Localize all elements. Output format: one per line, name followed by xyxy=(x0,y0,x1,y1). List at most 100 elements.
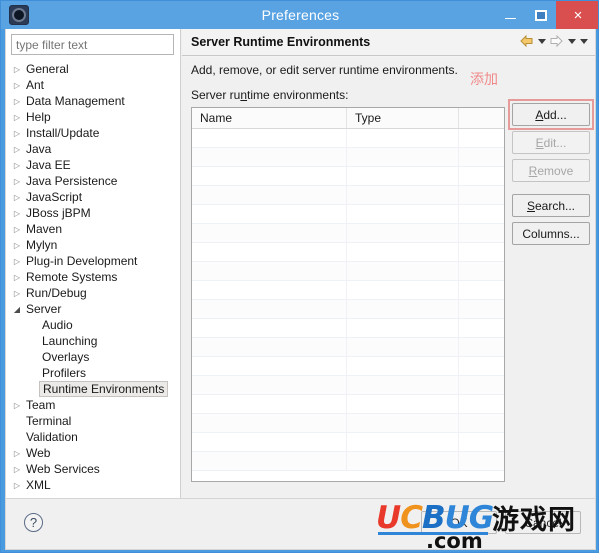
table-cell xyxy=(459,338,504,357)
table-row[interactable] xyxy=(192,452,504,471)
table-row[interactable] xyxy=(192,338,504,357)
tree-item-team[interactable]: ▷ Team xyxy=(6,397,180,413)
tree-item-audio[interactable]: Audio xyxy=(6,317,180,333)
tree-item-validation[interactable]: Validation xyxy=(6,429,180,445)
chevron-right-icon[interactable]: ▷ xyxy=(10,241,24,250)
table-cell xyxy=(459,433,504,452)
tree-item-terminal[interactable]: Terminal xyxy=(6,413,180,429)
tree-item-install-update[interactable]: ▷ Install/Update xyxy=(6,125,180,141)
ok-button[interactable]: OK xyxy=(421,511,497,534)
chevron-down-icon[interactable]: ◢ xyxy=(10,305,24,314)
chevron-right-icon[interactable]: ▷ xyxy=(10,113,24,122)
column-header-extra[interactable] xyxy=(459,108,504,128)
table-cell xyxy=(192,452,347,471)
table-cell xyxy=(192,319,347,338)
preference-tree[interactable]: ▷ General ▷ Ant ▷ Data Management ▷ Help ▷ Instal… xyxy=(6,59,180,497)
table-row[interactable] xyxy=(192,205,504,224)
chevron-right-icon[interactable]: ▷ xyxy=(10,65,24,74)
chevron-right-icon[interactable]: ▷ xyxy=(10,209,24,218)
table-row[interactable] xyxy=(192,395,504,414)
close-button[interactable]: × xyxy=(556,1,598,29)
chevron-right-icon[interactable]: ▷ xyxy=(10,273,24,282)
chevron-right-icon[interactable]: ▷ xyxy=(10,257,24,266)
chevron-right-icon[interactable]: ▷ xyxy=(10,145,24,154)
tree-item-web[interactable]: ▷ Web xyxy=(6,445,180,461)
table-row[interactable] xyxy=(192,129,504,148)
table-row[interactable] xyxy=(192,376,504,395)
chevron-right-icon[interactable]: ▷ xyxy=(10,289,24,298)
forward-arrow-icon[interactable] xyxy=(549,34,564,48)
table-row[interactable] xyxy=(192,148,504,167)
back-dropdown-icon[interactable] xyxy=(537,34,546,48)
tree-item-help[interactable]: ▷ Help xyxy=(6,109,180,125)
view-menu-icon[interactable] xyxy=(579,34,588,48)
forward-dropdown-icon[interactable] xyxy=(567,34,576,48)
tree-item-xml[interactable]: ▷ XML xyxy=(6,477,180,493)
edit-button[interactable]: Edit... xyxy=(512,131,590,154)
search-button[interactable]: Search... xyxy=(512,194,590,217)
table-header-row: Name Type xyxy=(192,108,504,129)
table-cell xyxy=(192,148,347,167)
tree-item-mylyn[interactable]: ▷ Mylyn xyxy=(6,237,180,253)
table-row[interactable] xyxy=(192,281,504,300)
column-header-name[interactable]: Name xyxy=(192,108,347,128)
chevron-right-icon[interactable]: ▷ xyxy=(10,401,24,410)
remove-button[interactable]: Remove xyxy=(512,159,590,182)
table-row[interactable] xyxy=(192,357,504,376)
back-arrow-icon[interactable] xyxy=(519,34,534,48)
cancel-button[interactable]: Cancel xyxy=(505,511,581,534)
add-button[interactable]: Add... xyxy=(512,103,590,126)
page-description: Add, remove, or edit server runtime envi… xyxy=(191,63,458,77)
tree-item-run-debug[interactable]: ▷ Run/Debug xyxy=(6,285,180,301)
tree-item-ant[interactable]: ▷ Ant xyxy=(6,77,180,93)
tree-item-java-persistence[interactable]: ▷ Java Persistence xyxy=(6,173,180,189)
tree-item-runtime-environments[interactable]: Runtime Environments xyxy=(6,381,180,397)
list-label: Server runtime environments: xyxy=(191,88,349,102)
tree-item-java[interactable]: ▷ Java xyxy=(6,141,180,157)
table-row[interactable] xyxy=(192,186,504,205)
chevron-right-icon[interactable]: ▷ xyxy=(10,177,24,186)
tree-item-profilers[interactable]: Profilers xyxy=(6,365,180,381)
table-row[interactable] xyxy=(192,243,504,262)
table-cell xyxy=(192,414,347,433)
table-row[interactable] xyxy=(192,300,504,319)
table-row[interactable] xyxy=(192,224,504,243)
table-cell xyxy=(459,300,504,319)
tree-item-remote-systems[interactable]: ▷ Remote Systems xyxy=(6,269,180,285)
chevron-right-icon[interactable]: ▷ xyxy=(10,193,24,202)
tree-item-launching[interactable]: Launching xyxy=(6,333,180,349)
chevron-right-icon[interactable]: ▷ xyxy=(10,97,24,106)
tree-item-java-ee[interactable]: ▷ Java EE xyxy=(6,157,180,173)
chevron-right-icon[interactable]: ▷ xyxy=(10,129,24,138)
chevron-right-icon[interactable]: ▷ xyxy=(10,225,24,234)
chevron-right-icon[interactable]: ▷ xyxy=(10,161,24,170)
table-row[interactable] xyxy=(192,414,504,433)
table-row[interactable] xyxy=(192,262,504,281)
tree-item-plug-in-development[interactable]: ▷ Plug-in Development xyxy=(6,253,180,269)
tree-item-javascript[interactable]: ▷ JavaScript xyxy=(6,189,180,205)
tree-item-general[interactable]: ▷ General xyxy=(6,61,180,77)
table-row[interactable] xyxy=(192,433,504,452)
tree-item-data-management[interactable]: ▷ Data Management xyxy=(6,93,180,109)
columns-button[interactable]: Columns... xyxy=(512,222,590,245)
tree-item-maven[interactable]: ▷ Maven xyxy=(6,221,180,237)
chevron-right-icon[interactable]: ▷ xyxy=(10,449,24,458)
chevron-right-icon[interactable]: ▷ xyxy=(10,81,24,90)
table-cell xyxy=(347,224,459,243)
tree-item-web-services[interactable]: ▷ Web Services xyxy=(6,461,180,477)
edit-button-label: Edit... xyxy=(535,135,567,150)
filter-input[interactable] xyxy=(11,34,174,55)
tree-item-jboss-jbpm[interactable]: ▷ JBoss jBPM xyxy=(6,205,180,221)
minimize-button[interactable] xyxy=(494,1,526,29)
help-icon[interactable]: ? xyxy=(24,513,43,532)
table-row[interactable] xyxy=(192,167,504,186)
column-header-type[interactable]: Type xyxy=(347,108,459,128)
runtime-environments-table[interactable]: Name Type xyxy=(191,107,505,482)
tree-item-overlays[interactable]: Overlays xyxy=(6,349,180,365)
tree-item-server[interactable]: ◢ Server xyxy=(6,301,180,317)
chevron-right-icon[interactable]: ▷ xyxy=(10,481,24,490)
chevron-right-icon[interactable]: ▷ xyxy=(10,465,24,474)
table-body[interactable] xyxy=(192,129,504,471)
maximize-button[interactable] xyxy=(526,1,556,29)
table-row[interactable] xyxy=(192,319,504,338)
